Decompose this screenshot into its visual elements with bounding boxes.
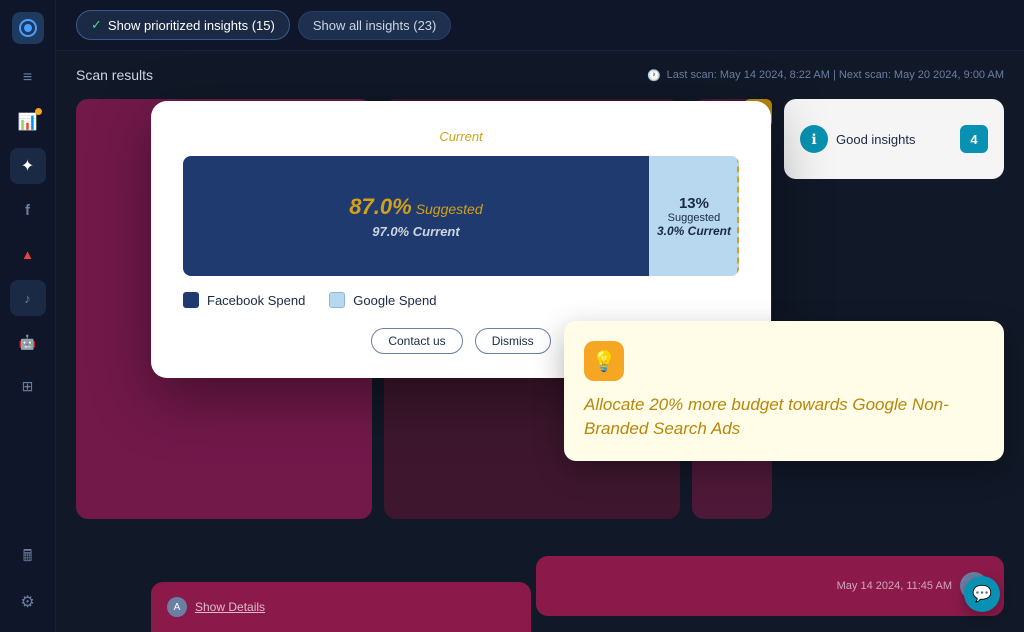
bottom-avatar: A (167, 597, 187, 617)
google-current: 3.0% Current (657, 224, 731, 238)
sidebar-item-google-ads[interactable]: ▲ (10, 236, 46, 272)
show-details-link[interactable]: Show Details (195, 600, 265, 614)
bar-chart-icon: 📊 (18, 112, 38, 132)
sidebar-item-grid[interactable]: ⊞ (10, 368, 46, 404)
legend-google: Google Spend (329, 292, 436, 308)
contact-us-button[interactable]: Contact us (371, 328, 462, 354)
google-legend-label: Google Spend (353, 293, 436, 308)
insight-text: Allocate 20% more budget towards Google … (584, 393, 984, 441)
google-ads-icon: ▲ (21, 247, 34, 262)
robot-icon: 🤖 (19, 334, 36, 351)
content-area: Scan results 🕐 Last scan: May 14 2024, 8… (56, 51, 1024, 632)
sidebar-item-facebook[interactable]: f (10, 192, 46, 228)
sidebar-item-scatter[interactable]: ✦ (10, 148, 46, 184)
good-insights-card: ℹ Good insights 4 (784, 99, 1004, 179)
chat-icon: 💬 (972, 584, 992, 604)
tiktok-icon: ♪ (24, 291, 31, 306)
scan-results-title: Scan results (76, 67, 153, 83)
calculator-icon: 🖩 (23, 545, 33, 572)
show-prioritized-button[interactable]: ✓ Show prioritized insights (15) (76, 10, 290, 40)
prioritized-label: Show prioritized insights (15) (108, 18, 275, 33)
scan-header: Scan results 🕐 Last scan: May 14 2024, 8… (76, 67, 1004, 83)
topbar: ✓ Show prioritized insights (15) Show al… (56, 0, 1024, 51)
good-insights-icon: ℹ (800, 125, 828, 153)
scan-meta: 🕐 Last scan: May 14 2024, 8:22 AM | Next… (647, 69, 1004, 82)
check-icon: ✓ (91, 17, 102, 33)
chart-legend: Facebook Spend Google Spend (183, 292, 739, 308)
show-all-insights-button[interactable]: Show all insights (23) (298, 11, 452, 40)
bottom-right-card: May 14 2024, 11:45 AM A (536, 556, 1004, 616)
sidebar-item-menu[interactable]: ≡ (10, 60, 46, 96)
facebook-legend-label: Facebook Spend (207, 293, 305, 308)
good-insights-count: 4 (960, 125, 988, 153)
sidebar: ≡ 📊 ✦ f ▲ ♪ 🤖 ⊞ 🖩 ⚙ (0, 0, 56, 632)
scan-timestamp: Last scan: May 14 2024, 8:22 AM | Next s… (667, 69, 1004, 81)
facebook-icon: f (25, 202, 30, 219)
good-insights-label: Good insights (836, 132, 960, 147)
insight-tooltip-card: 💡 Allocate 20% more budget towards Googl… (564, 321, 1004, 461)
facebook-current: 97.0% Current (372, 224, 459, 239)
google-swatch (329, 292, 345, 308)
scatter-icon: ✦ (21, 156, 34, 176)
clock-icon: 🕐 (647, 69, 661, 82)
bar-chart-container: 87.0% Suggested 97.0% Current 13% Sugges… (183, 156, 739, 276)
main-content: ✓ Show prioritized insights (15) Show al… (56, 0, 1024, 632)
bottom-left-card: A Show Details (151, 582, 531, 632)
sidebar-item-tiktok[interactable]: ♪ (10, 280, 46, 316)
legend-facebook: Facebook Spend (183, 292, 305, 308)
sidebar-item-robot[interactable]: 🤖 (10, 324, 46, 360)
google-bar: 13% Suggested 3.0% Current (649, 156, 739, 276)
sidebar-item-calculator[interactable]: 🖩 (10, 540, 46, 576)
dismiss-button[interactable]: Dismiss (475, 328, 551, 354)
app-logo[interactable] (12, 12, 44, 44)
sidebar-item-settings[interactable]: ⚙ (10, 584, 46, 620)
budget-bar-chart: 87.0% Suggested 97.0% Current 13% Sugges… (183, 156, 739, 276)
fab-chat-button[interactable]: 💬 (964, 576, 1000, 612)
facebook-suggested-label: Suggested (416, 201, 483, 217)
current-label: Current (183, 129, 739, 144)
google-suggested-pct: 13% (679, 195, 709, 212)
google-suggested-label: Suggested (668, 212, 721, 224)
sidebar-item-charts[interactable]: 📊 (10, 104, 46, 140)
settings-icon: ⚙ (20, 592, 34, 612)
all-insights-label: Show all insights (23) (313, 18, 437, 33)
facebook-swatch (183, 292, 199, 308)
current-line (737, 156, 739, 276)
menu-icon: ≡ (23, 69, 32, 87)
notification-dot (35, 108, 42, 115)
grid-icon: ⊞ (22, 378, 34, 395)
bottom-timestamp: May 14 2024, 11:45 AM (837, 580, 952, 592)
facebook-suggested-pct: 87.0% (349, 194, 411, 220)
facebook-bar: 87.0% Suggested 97.0% Current (183, 156, 649, 276)
insight-lightbulb-icon: 💡 (584, 341, 624, 381)
